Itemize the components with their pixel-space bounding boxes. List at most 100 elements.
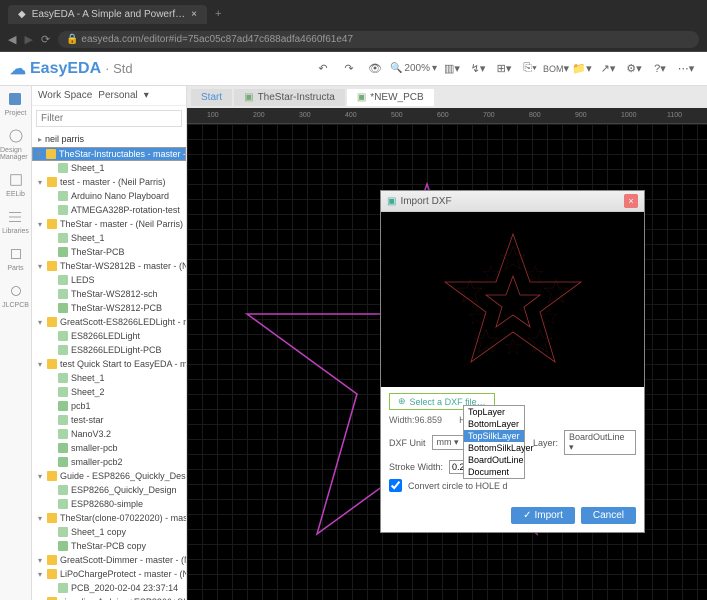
folder-icon: [47, 177, 57, 187]
tree-item[interactable]: TheStar-WS2812-sch: [32, 287, 186, 301]
tree-item[interactable]: signaling Arduino+ESP8266+SIM8: [32, 595, 186, 600]
new-tab-button[interactable]: +: [215, 8, 221, 20]
tree-item[interactable]: TheStar-WS2812B - master - (N: [32, 259, 186, 273]
bom-button[interactable]: BOM▾: [545, 58, 567, 80]
dxf-preview: [381, 212, 644, 387]
document-tab[interactable]: ▣*NEW_PCB: [347, 89, 434, 106]
route-button[interactable]: ↯▾: [467, 58, 489, 80]
tree-item[interactable]: ESP82680-simple: [32, 497, 186, 511]
layer-option[interactable]: TopLayer: [464, 406, 524, 418]
tree-item[interactable]: test - master - (Neil Parris): [32, 175, 186, 189]
forward-icon[interactable]: ▶: [24, 33, 32, 46]
tree-item[interactable]: test-star: [32, 413, 186, 427]
tree-item[interactable]: test Quick Start to EasyEDA - mast: [32, 357, 186, 371]
tree-item[interactable]: GreatScott-Dimmer - master - (Nei: [32, 553, 186, 567]
tools-button[interactable]: ⊞▾: [493, 58, 515, 80]
tree-item[interactable]: GreatScott-ES8266LEDLight - mast: [32, 315, 186, 329]
url-field[interactable]: 🔒 easyeda.com/editor#id=75ac05c87ad47c68…: [58, 31, 699, 48]
dialog-close-button[interactable]: ×: [624, 194, 638, 208]
tree-item[interactable]: LiPoChargeProtect - master - (Nei: [32, 567, 186, 581]
tree-item[interactable]: ATMEGA328P-rotation-test: [32, 203, 186, 217]
dxf-unit-select[interactable]: mm ▾: [432, 435, 464, 450]
close-icon[interactable]: ×: [191, 9, 197, 20]
rail-project[interactable]: Project: [5, 90, 27, 117]
layer-select[interactable]: BoardOutLine ▾: [564, 430, 636, 455]
tree-item[interactable]: Sheet_1 copy: [32, 525, 186, 539]
file-icon: [58, 499, 68, 509]
settings-button[interactable]: ⚙▾: [623, 58, 645, 80]
copy-button[interactable]: ⎘▾: [519, 58, 541, 80]
project-panel: Work Space Personal ▾ neil parris TheSta…: [32, 86, 187, 600]
tree-item[interactable]: Guide - ESP8266_Quickly_Design: [32, 469, 186, 483]
workspace-header: Work Space Personal ▾: [32, 86, 186, 106]
layer-option[interactable]: TopSilkLayer: [464, 430, 524, 442]
rail-jlcpcb[interactable]: JLCPCB: [2, 282, 29, 309]
rail-libraries[interactable]: Libraries: [2, 208, 29, 235]
workspace-label: Work Space: [38, 90, 92, 101]
tree-item[interactable]: Sheet_1: [32, 371, 186, 385]
rail-eelib[interactable]: EELib: [6, 171, 25, 198]
layer-option[interactable]: Document: [464, 466, 524, 478]
rail-parts[interactable]: Parts: [7, 245, 25, 272]
width-readout: Width:96.859: [389, 415, 442, 425]
tree-item[interactable]: TheStar-PCB copy: [32, 539, 186, 553]
file-icon: [58, 415, 68, 425]
file-icon: [58, 527, 68, 537]
tree-item[interactable]: Sheet_1: [32, 231, 186, 245]
tree-item[interactable]: TheStar(clone-07022020) - master: [32, 511, 186, 525]
tree-item[interactable]: TheStar-WS2812-PCB: [32, 301, 186, 315]
cloud-icon: ☁: [10, 59, 26, 79]
document-tab[interactable]: ▣TheStar-Instructa: [234, 89, 345, 106]
document-tabs: Start▣TheStar-Instructa▣*NEW_PCB: [187, 86, 707, 108]
logo-ext: · Std: [105, 61, 132, 76]
document-tab[interactable]: Start: [191, 89, 232, 106]
rail-design-manager[interactable]: Design Manager: [0, 127, 31, 161]
tree-item[interactable]: smaller-pcb: [32, 441, 186, 455]
tree-item[interactable]: pcb1: [32, 399, 186, 413]
layer-dropdown-list[interactable]: TopLayerBottomLayerTopSilkLayerBottomSil…: [463, 405, 525, 479]
doc-icon: ▣: [357, 92, 366, 103]
import-button[interactable]: ✓Import: [511, 507, 575, 524]
tree-item[interactable]: NanoV3.2: [32, 427, 186, 441]
layer-option[interactable]: BottomSilkLayer: [464, 442, 524, 454]
tree-item[interactable]: ESP8266_Quickly_Design: [32, 483, 186, 497]
tree-item[interactable]: TheStar-PCB: [32, 245, 186, 259]
tree-item[interactable]: ES8266LEDLight: [32, 329, 186, 343]
project-tree[interactable]: neil parris TheStar-Instructables - mast…: [32, 131, 186, 600]
file-icon: [58, 331, 68, 341]
filter-input[interactable]: [36, 110, 182, 127]
app-logo[interactable]: ☁ EasyEDA · Std: [10, 59, 133, 79]
folder-icon: [47, 359, 57, 369]
help-button[interactable]: ?▾: [649, 58, 671, 80]
dialog-titlebar[interactable]: ▣ Import DXF ×: [381, 191, 644, 212]
convert-circle-checkbox[interactable]: [389, 479, 402, 492]
folder-icon: [47, 513, 57, 523]
tree-selected-project[interactable]: TheStar-Instructables - master - (N: [32, 147, 186, 161]
share-button[interactable]: ↗▾: [597, 58, 619, 80]
tree-item[interactable]: Sheet_1: [32, 161, 186, 175]
export-button[interactable]: 📁▾: [571, 58, 593, 80]
chevron-down-icon[interactable]: ▾: [144, 90, 149, 101]
visibility-button[interactable]: 👁: [364, 58, 386, 80]
reload-icon[interactable]: ⟳: [41, 33, 50, 46]
redo-button[interactable]: ↷: [338, 58, 360, 80]
tree-item[interactable]: Sheet_2: [32, 385, 186, 399]
menu-button[interactable]: ⋯▾: [675, 58, 697, 80]
cancel-button[interactable]: Cancel: [581, 507, 636, 524]
tree-item[interactable]: smaller-pcb2: [32, 455, 186, 469]
layer-option[interactable]: BoardOutLine: [464, 454, 524, 466]
back-icon[interactable]: ◀: [8, 33, 16, 46]
file-icon: [58, 429, 68, 439]
tree-item[interactable]: TheStar - master - (Neil Parris): [32, 217, 186, 231]
layer-option[interactable]: BottomLayer: [464, 418, 524, 430]
zoom-control[interactable]: 🔍 200% ▾: [390, 63, 437, 74]
tree-item[interactable]: LEDS: [32, 273, 186, 287]
tree-item[interactable]: PCB_2020-02-04 23:37:14: [32, 581, 186, 595]
tree-item[interactable]: ES8266LEDLight-PCB: [32, 343, 186, 357]
layers-button[interactable]: ▥▾: [441, 58, 463, 80]
tree-owner[interactable]: neil parris: [32, 131, 186, 147]
workspace-scope[interactable]: Personal: [98, 90, 137, 101]
browser-tab[interactable]: ◆ EasyEDA - A Simple and Powerf… ×: [8, 5, 207, 24]
undo-button[interactable]: ↶: [312, 58, 334, 80]
tree-item[interactable]: Arduino Nano Playboard: [32, 189, 186, 203]
